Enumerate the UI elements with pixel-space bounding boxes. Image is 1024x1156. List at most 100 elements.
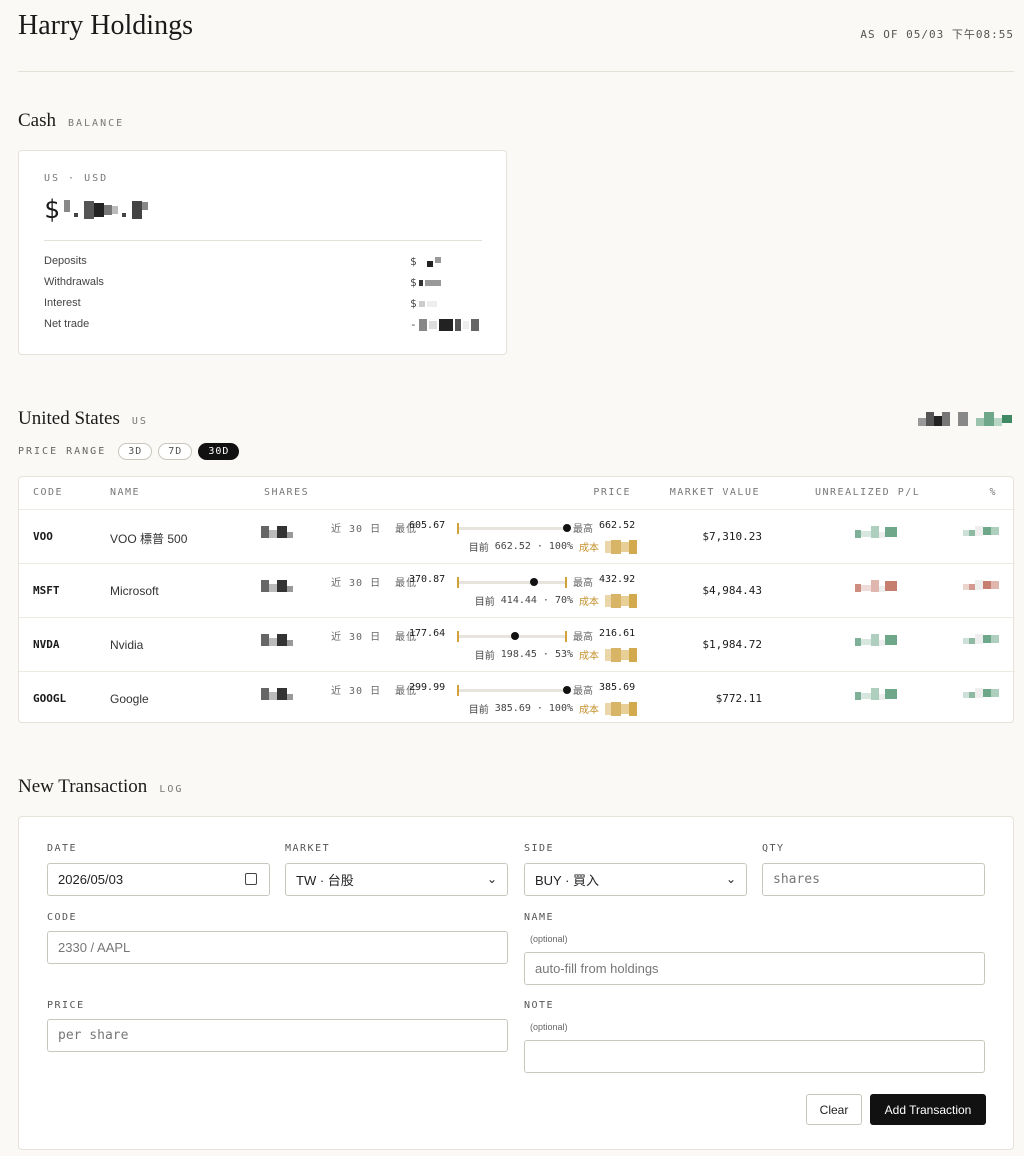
page-title: Harry Holdings [18,10,193,41]
holdings-table: CODE NAME SHARES PRICE MARKET VALUE UNRE… [18,476,1015,725]
redacted-cost [605,701,637,716]
table-row[interactable]: MSFT Microsoft 近 30 日 最低 370.87 最高 432.9… [19,563,1015,617]
column-header-shares: SHARES [264,487,310,498]
current-label: 目前 [474,597,495,608]
cash-row-value: $ [410,276,441,289]
cost-label: 成本 [579,651,599,662]
redacted-percent [963,580,999,590]
current-label: 目前 [468,543,489,554]
cash-row-interest: Interest $ [44,294,482,314]
range-high-label: 最高 [573,686,593,697]
range-high-value: 216.61 [599,628,636,639]
redacted-percent [963,688,999,698]
range-percent: 70% [554,595,573,606]
redacted-shares [261,526,293,538]
note-optional-hint: (optional) [530,1022,568,1032]
current-price: 414.44 [500,595,537,606]
holding-code: VOO [33,530,53,543]
holding-code: GOOGL [33,692,67,705]
price-range-track [457,523,571,534]
range-low-value: 299.99 [409,682,446,693]
range-low-value: 605.67 [409,520,446,531]
range-high-value: 662.52 [599,520,636,531]
redacted-unrealized-pl [855,526,897,538]
redacted-cost [605,539,637,554]
holding-name: VOO 標普 500 [110,532,188,546]
cash-divider [44,240,482,241]
market-value: $1,984.72 [702,638,762,651]
transaction-subtitle: LOG [159,784,184,795]
date-input[interactable]: 2026/05/03 [47,863,270,896]
chevron-down-icon: ⌄ [725,872,736,886]
range-low-marker [457,631,459,642]
price-range-label: PRICE RANGE [18,446,107,457]
us-section-title: United States US [18,408,148,430]
side-label: SIDE [524,843,555,854]
date-label: DATE [47,843,78,854]
currency-symbol: $ [44,195,60,225]
cash-region: US · USD [44,173,109,184]
note-label: NOTE [524,1000,555,1011]
range-period-label: 近 30 日 最低 [331,686,418,697]
price-range-cell: 近 30 日 最低 605.67 最高 662.52 目前 662.52 · 1… [331,520,637,554]
name-optional-hint: (optional) [530,934,568,944]
page-header: Harry Holdings AS OF 05/03 下午08:55 [18,10,1014,72]
current-price: 198.45 [500,649,537,660]
cash-row-label: Deposits [44,255,87,267]
current-price: 385.69 [494,703,531,714]
cash-row-label: Withdrawals [44,276,104,288]
range-low-marker [457,685,459,696]
range-high-label: 最高 [573,632,593,643]
range-percent: 100% [548,541,573,552]
range-pill-3d[interactable]: 3D [118,443,153,460]
clear-button[interactable]: Clear [806,1094,862,1125]
price-range-cell: 近 30 日 最低 299.99 最高 385.69 目前 385.69 · 1… [331,682,637,716]
range-period-label: 近 30 日 最低 [331,632,418,643]
price-range-selector: PRICE RANGE 3D 7D 30D [18,443,240,460]
current-label: 目前 [474,651,495,662]
price-input[interactable]: per share [47,1019,508,1052]
price-range-cell: 近 30 日 最低 370.87 最高 432.92 目前 414.44 · 7… [331,574,637,608]
current-price-dot [511,632,520,640]
redacted-unrealized-pl [855,580,897,592]
price-range-cell: 近 30 日 最低 177.64 最高 216.61 目前 198.45 · 5… [331,628,637,662]
code-label: CODE [47,912,78,923]
name-input[interactable]: auto-fill from holdings [524,952,985,985]
note-input[interactable] [524,1040,985,1073]
add-transaction-button[interactable]: Add Transaction [870,1094,986,1125]
as-of-timestamp: AS OF 05/03 下午08:55 [860,28,1014,41]
holding-code: NVDA [33,638,60,651]
range-percent: 100% [548,703,573,714]
market-value: $7,310.23 [702,530,762,543]
code-input[interactable]: 2330 / AAPL [47,931,508,964]
price-range-track [457,685,571,696]
range-low-value: 370.87 [409,574,446,585]
market-select[interactable]: TW · 台股 ⌄ [285,863,508,896]
qty-input[interactable]: shares [762,863,985,896]
table-row[interactable]: GOOGL Google 近 30 日 最低 299.99 最高 385.69 … [19,671,1015,725]
cash-subtitle: BALANCE [68,118,125,129]
redacted-cost [605,647,637,662]
range-pill-30d[interactable]: 30D [198,443,240,460]
table-row[interactable]: VOO VOO 標普 500 近 30 日 最低 605.67 最高 662.5… [19,509,1015,563]
table-row[interactable]: NVDA Nvidia 近 30 日 最低 177.64 最高 216.61 目… [19,617,1015,671]
calendar-icon[interactable] [245,873,257,885]
range-low-value: 177.64 [409,628,446,639]
range-pill-7d[interactable]: 7D [158,443,193,460]
price-range-track [457,577,567,588]
range-high-value: 432.92 [599,574,636,585]
us-title: United States [18,408,120,429]
current-price-dot [563,524,571,532]
range-high-marker [565,577,567,588]
cash-row-value: $ [410,255,441,268]
transaction-form: DATE 2026/05/03 MARKET TW · 台股 ⌄ SIDE BU… [18,816,1014,1150]
market-value: $772.11 [715,692,762,705]
holding-name: Microsoft [110,584,159,598]
column-header-price: PRICE [593,487,631,498]
holding-name: Google [110,692,149,706]
cash-section-title: Cash BALANCE [18,110,124,132]
redacted-balance [63,200,148,219]
cost-label: 成本 [579,705,599,716]
side-select[interactable]: BUY · 買入 ⌄ [524,863,747,896]
holding-code: MSFT [33,584,60,597]
